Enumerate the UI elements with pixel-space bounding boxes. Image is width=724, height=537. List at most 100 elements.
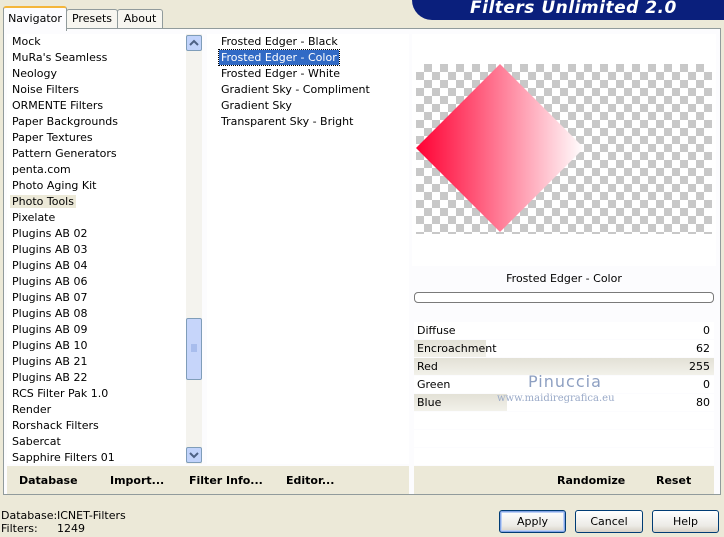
- category-item[interactable]: Sapphire Filters 01: [12, 450, 115, 465]
- category-item[interactable]: Photo Tools: [10, 194, 76, 209]
- category-label: Pixelate: [12, 211, 56, 224]
- category-item[interactable]: MuRa's Seamless: [12, 50, 107, 65]
- category-label: ORMENTE Filters: [12, 99, 104, 112]
- param-value: 80: [696, 396, 710, 409]
- category-item[interactable]: Mock: [12, 34, 41, 49]
- param-name: Diffuse: [417, 324, 456, 337]
- reset-link[interactable]: Reset: [656, 474, 691, 487]
- tab-about[interactable]: About: [117, 9, 163, 29]
- category-label: Plugins AB 21: [12, 355, 88, 368]
- param-name: Encroachment: [417, 342, 497, 355]
- chevron-up-icon: [189, 39, 199, 46]
- category-item[interactable]: Plugins AB 07: [12, 290, 87, 305]
- apply-button[interactable]: Apply: [499, 510, 566, 533]
- param-value: 0: [703, 378, 710, 391]
- category-label: Plugins AB 06: [12, 275, 88, 288]
- category-item[interactable]: Pixelate: [12, 210, 55, 225]
- category-item[interactable]: Paper Backgrounds: [12, 114, 118, 129]
- param-empty-row: [414, 412, 714, 429]
- filter-item[interactable]: Frosted Edger - Color: [218, 49, 340, 66]
- category-item[interactable]: penta.com: [12, 162, 71, 177]
- category-item[interactable]: RCS Filter Pak 1.0: [12, 386, 108, 401]
- category-label: Render: [12, 403, 52, 416]
- category-label: MuRa's Seamless: [12, 51, 108, 64]
- category-item[interactable]: Plugins AB 09: [12, 322, 87, 337]
- category-item[interactable]: Plugins AB 21: [12, 354, 87, 369]
- help-button[interactable]: Help: [652, 510, 719, 533]
- category-item[interactable]: Plugins AB 10: [12, 338, 87, 353]
- category-label: Plugins AB 04: [12, 259, 88, 272]
- category-item[interactable]: Noise Filters: [12, 82, 79, 97]
- param-name: Blue: [417, 396, 442, 409]
- category-label: Photo Aging Kit: [12, 179, 97, 192]
- param-value: 0: [703, 324, 710, 337]
- category-item[interactable]: Plugins AB 03: [12, 242, 87, 257]
- status-filters-label: Filters:: [1, 522, 38, 535]
- tab-presets[interactable]: Presets: [66, 9, 118, 29]
- filter-item[interactable]: Frosted Edger - White: [219, 66, 342, 81]
- category-item[interactable]: Sabercat: [12, 434, 61, 449]
- database-link[interactable]: Database: [19, 474, 78, 487]
- preview-diamond: [416, 64, 584, 232]
- filter-item[interactable]: Transparent Sky - Bright: [219, 114, 355, 129]
- category-item[interactable]: Rorshack Filters: [12, 418, 99, 433]
- category-item[interactable]: Pattern Generators: [12, 146, 117, 161]
- preview-image: [416, 64, 584, 232]
- category-item[interactable]: Plugins AB 04: [12, 258, 87, 273]
- watermark-site: www.maidiregrafica.eu: [497, 393, 615, 404]
- param-name: Red: [417, 360, 438, 373]
- scroll-thumb[interactable]: [186, 318, 202, 380]
- category-item[interactable]: Photo Aging Kit: [12, 178, 96, 193]
- category-label: Sapphire Filters 01: [12, 451, 115, 464]
- status-filters-value: 1249: [57, 522, 85, 535]
- category-item[interactable]: ORMENTE Filters: [12, 98, 103, 113]
- category-item[interactable]: Plugins AB 22: [12, 370, 87, 385]
- category-label: Plugins AB 03: [12, 243, 88, 256]
- category-label: Noise Filters: [12, 83, 79, 96]
- param-empty-row: [414, 448, 714, 465]
- category-item[interactable]: Paper Textures: [12, 130, 93, 145]
- progress-bar: [414, 292, 714, 303]
- filter-info-link[interactable]: Filter Info...: [189, 474, 263, 487]
- category-label: Mock: [12, 35, 41, 48]
- scroll-up-button[interactable]: [186, 35, 202, 51]
- param-empty-row: [414, 430, 714, 447]
- tab-navigator[interactable]: Navigator: [3, 6, 67, 31]
- category-label: RCS Filter Pak 1.0: [12, 387, 109, 400]
- category-scrollbar[interactable]: [186, 34, 202, 464]
- scroll-down-button[interactable]: [186, 447, 202, 463]
- category-label: Plugins AB 09: [12, 323, 88, 336]
- grip-icon: [191, 344, 197, 352]
- category-item[interactable]: Plugins AB 02: [12, 226, 87, 241]
- param-row-encroachment[interactable]: Encroachment 62: [414, 340, 714, 357]
- filter-item[interactable]: Frosted Edger - Black: [219, 34, 340, 49]
- category-item[interactable]: Plugins AB 06: [12, 274, 87, 289]
- category-label: Paper Textures: [12, 131, 93, 144]
- filter-item[interactable]: Gradient Sky: [219, 98, 294, 113]
- category-label: Plugins AB 22: [12, 371, 88, 384]
- param-value: 62: [696, 342, 710, 355]
- category-label: Plugins AB 02: [12, 227, 88, 240]
- chevron-down-icon: [189, 452, 199, 459]
- category-label: Rorshack Filters: [12, 419, 99, 432]
- filter-item[interactable]: Gradient Sky - Compliment: [219, 82, 372, 97]
- cancel-button[interactable]: Cancel: [575, 510, 643, 533]
- category-item[interactable]: Render: [12, 402, 51, 417]
- category-item[interactable]: Neology: [12, 66, 57, 81]
- category-item[interactable]: Plugins AB 08: [12, 306, 87, 321]
- import-link[interactable]: Import...: [110, 474, 164, 487]
- selected-filter-name: Frosted Edger - Color: [506, 272, 622, 285]
- category-label: Plugins AB 08: [12, 307, 88, 320]
- category-label: Sabercat: [12, 435, 61, 448]
- param-name: Green: [417, 378, 451, 391]
- param-row-diffuse[interactable]: Diffuse 0: [414, 322, 714, 339]
- category-label: Plugins AB 10: [12, 339, 88, 352]
- editor-link[interactable]: Editor...: [286, 474, 334, 487]
- category-label: penta.com: [12, 163, 71, 176]
- status-database-label: Database:: [1, 509, 58, 522]
- status-database-value: ICNET-Filters: [57, 509, 126, 522]
- category-label: Neology: [12, 67, 58, 80]
- randomize-link[interactable]: Randomize: [557, 474, 625, 487]
- category-label: Pattern Generators: [12, 147, 117, 160]
- category-label: Photo Tools: [10, 195, 76, 208]
